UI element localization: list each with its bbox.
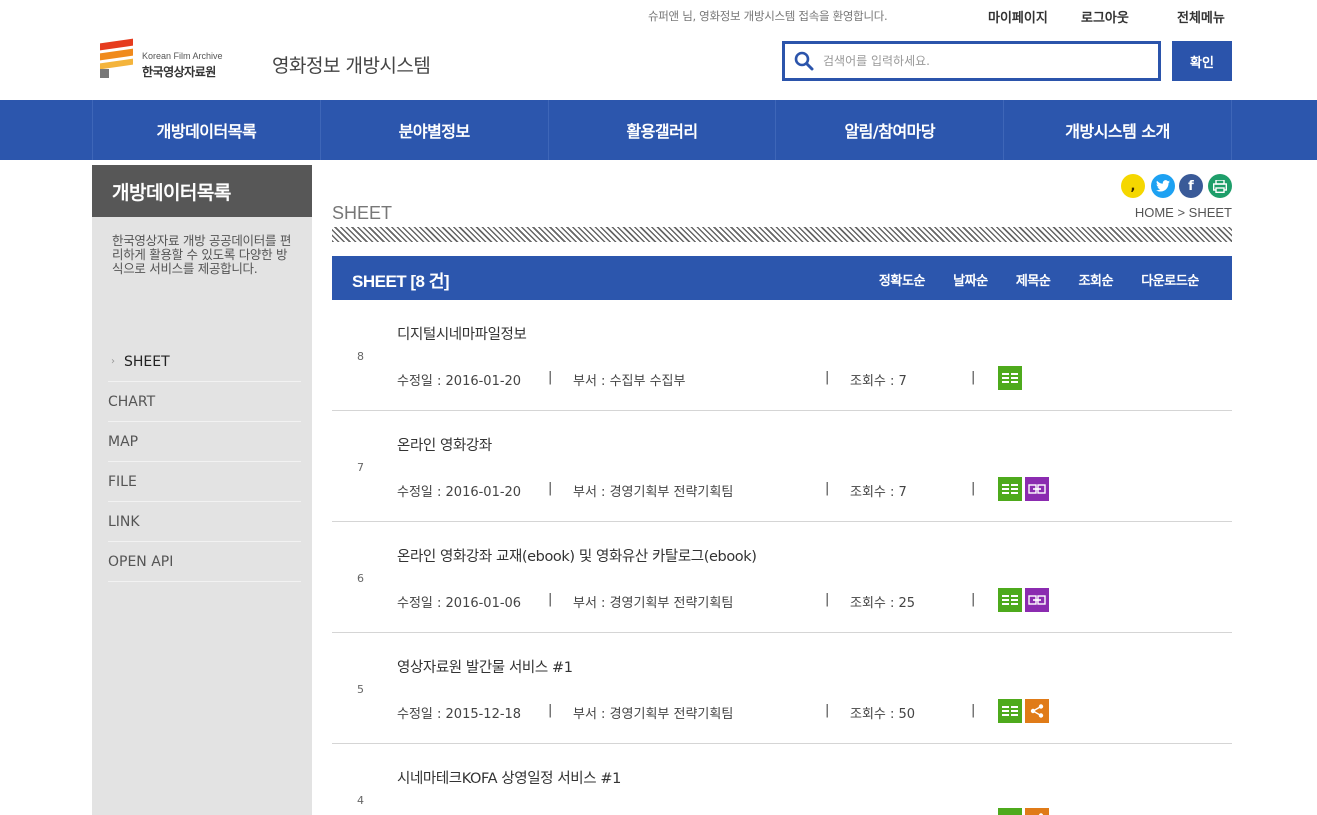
- item-title-link[interactable]: 디지털시네마파일정보: [397, 323, 527, 344]
- item-view-count: 조회수 : 25: [850, 596, 916, 611]
- list-item: 4 시네마테크KOFA 상영일정 서비스 #1: [332, 744, 1232, 815]
- logo-text-en: Korean Film Archive: [142, 51, 223, 61]
- sidebar-title: 개방데이터목록: [92, 165, 312, 217]
- item-department: 부서 : 수집부 수집부: [573, 374, 686, 389]
- list-item: 6 온라인 영화강좌 교재(ebook) 및 영화유산 카탈로그(ebook) 수정…: [332, 522, 1232, 633]
- item-title-link[interactable]: 온라인 영화강좌: [397, 434, 492, 455]
- sheet-format-icon[interactable]: [998, 366, 1022, 390]
- share-format-icon[interactable]: [1025, 699, 1049, 723]
- item-formats: [998, 477, 1049, 501]
- sort-downloads[interactable]: 다운로드순: [1141, 270, 1199, 289]
- main-navigation: 개방데이터목록 분야별정보 활용갤러리 알림/참여마당 개방시스템 소개: [0, 100, 1317, 160]
- print-icon[interactable]: [1208, 174, 1232, 198]
- item-title-link[interactable]: 시네마테크KOFA 상영일정 서비스 #1: [397, 767, 621, 788]
- link-format-icon[interactable]: [1025, 477, 1049, 501]
- sidebar: 개방데이터목록 한국영상자료 개방 공공데이터를 편리하게 활용할 수 있도록 …: [92, 165, 312, 815]
- gnb-item-notice[interactable]: 알림/참여마당: [776, 100, 1005, 160]
- list-count-title: SHEET [8 건]: [352, 272, 450, 291]
- gnb-item-field-info[interactable]: 분야별정보: [321, 100, 549, 160]
- mypage-link[interactable]: 마이페이지: [988, 7, 1048, 26]
- twitter-share-icon[interactable]: [1151, 174, 1175, 198]
- sheet-format-icon[interactable]: [998, 588, 1022, 612]
- sort-accuracy[interactable]: 정확도순: [879, 270, 926, 289]
- kakao-share-icon[interactable]: ,: [1121, 174, 1145, 198]
- item-number: 7: [357, 461, 364, 474]
- all-menu-link[interactable]: 전체메뉴: [1177, 7, 1225, 26]
- logout-link[interactable]: 로그아웃: [1081, 7, 1129, 26]
- item-formats: [998, 588, 1049, 612]
- sort-options: 정확도순 날짜순 제목순 조회순 다운로드순: [879, 270, 1200, 289]
- list-header: SHEET [8 건] 정확도순 날짜순 제목순 조회순 다운로드순: [332, 256, 1232, 300]
- item-view-count: 조회수 : 7: [850, 374, 907, 389]
- separator: |: [548, 703, 553, 718]
- list-item: 8 디지털시네마파일정보수정일 : 2016-01-20 | 부서 : 수집부 수집부…: [332, 300, 1232, 411]
- sidebar-item-open-api[interactable]: OPEN API: [108, 542, 301, 582]
- sidebar-item-chart[interactable]: CHART: [108, 382, 301, 422]
- separator: |: [825, 703, 830, 718]
- search-icon: [794, 51, 814, 71]
- search-box: [782, 41, 1161, 81]
- item-title-link[interactable]: 영상자료원 발간물 서비스 #1: [397, 656, 573, 677]
- list-item: 5 영상자료원 발간물 서비스 #1 수정일 : 2015-12-18 | 부서 : 경…: [332, 633, 1232, 744]
- item-department: 부서 : 경영기획부 전략기획팀: [573, 596, 734, 611]
- sort-views[interactable]: 조회순: [1079, 270, 1114, 289]
- separator: |: [971, 703, 976, 718]
- search-submit-button[interactable]: 확인: [1172, 41, 1232, 81]
- site-title[interactable]: 영화정보 개방시스템: [272, 51, 431, 78]
- separator: |: [971, 370, 976, 385]
- separator: |: [548, 481, 553, 496]
- divider: [332, 227, 1232, 242]
- logo[interactable]: Korean Film Archive 한국영상자료원: [100, 38, 240, 81]
- sort-title[interactable]: 제목순: [1016, 270, 1051, 289]
- gnb-item-gallery[interactable]: 활용갤러리: [549, 100, 777, 160]
- item-number: 8: [357, 350, 364, 363]
- item-number: 4: [357, 794, 364, 807]
- gnb-item-about[interactable]: 개방시스템 소개: [1004, 100, 1232, 160]
- utility-bar: 슈퍼앤 님, 영화정보 개방시스템 접속을 환영합니다. 마이페이지 로그아웃 …: [0, 7, 1317, 26]
- item-view-count: 조회수 : 50: [850, 707, 916, 722]
- gnb-item-open-data[interactable]: 개방데이터목록: [93, 100, 321, 160]
- search-input[interactable]: [823, 50, 1143, 72]
- sheet-format-icon[interactable]: [998, 699, 1022, 723]
- item-modified-date: 수정일 : 2016-01-20: [397, 485, 522, 500]
- item-title-link[interactable]: 온라인 영화강좌 교재(ebook) 및 영화유산 카탈로그(ebook): [397, 545, 757, 566]
- separator: |: [825, 370, 830, 385]
- sort-date[interactable]: 날짜순: [953, 270, 988, 289]
- separator: |: [971, 592, 976, 607]
- separator: |: [971, 481, 976, 496]
- item-department: 부서 : 경영기획부 전략기획팀: [573, 485, 734, 500]
- chevron-right-icon: ›: [111, 356, 115, 367]
- sidebar-item-map[interactable]: MAP: [108, 422, 301, 462]
- item-number: 5: [357, 683, 364, 696]
- sidebar-item-link[interactable]: LINK: [108, 502, 301, 542]
- item-department: 부서 : 경영기획부 전략기획팀: [573, 707, 734, 722]
- item-modified-date: 수정일 : 2015-12-18: [397, 707, 522, 722]
- page-title: SHEET: [332, 203, 393, 223]
- breadcrumb: HOME > SHEET: [1134, 205, 1232, 220]
- item-formats: [998, 366, 1022, 390]
- item-modified-date: 수정일 : 2016-01-06: [397, 596, 522, 611]
- item-modified-date: 수정일 : 2016-01-20: [397, 374, 522, 389]
- list-item: 7 온라인 영화강좌수정일 : 2016-01-20 | 부서 : 경영기획부 전략기…: [332, 411, 1232, 522]
- item-number: 6: [357, 572, 364, 585]
- welcome-message: 슈퍼앤 님, 영화정보 개방시스템 접속을 환영합니다.: [648, 9, 888, 23]
- separator: |: [825, 481, 830, 496]
- sidebar-item-file[interactable]: FILE: [108, 462, 301, 502]
- share-format-icon[interactable]: [1025, 808, 1049, 815]
- separator: |: [548, 370, 553, 385]
- item-formats: [998, 808, 1049, 815]
- link-format-icon[interactable]: [1025, 588, 1049, 612]
- facebook-share-icon[interactable]: f: [1179, 174, 1203, 198]
- separator: |: [548, 592, 553, 607]
- sheet-format-icon[interactable]: [998, 808, 1022, 815]
- sheet-format-icon[interactable]: [998, 477, 1022, 501]
- sidebar-item-sheet[interactable]: › SHEET: [108, 342, 301, 382]
- sidebar-description: 한국영상자료 개방 공공데이터를 편리하게 활용할 수 있도록 다양한 방식으로…: [112, 233, 292, 276]
- separator: |: [825, 592, 830, 607]
- logo-text-ko: 한국영상자료원: [142, 65, 216, 79]
- item-view-count: 조회수 : 7: [850, 485, 907, 500]
- item-formats: [998, 699, 1049, 723]
